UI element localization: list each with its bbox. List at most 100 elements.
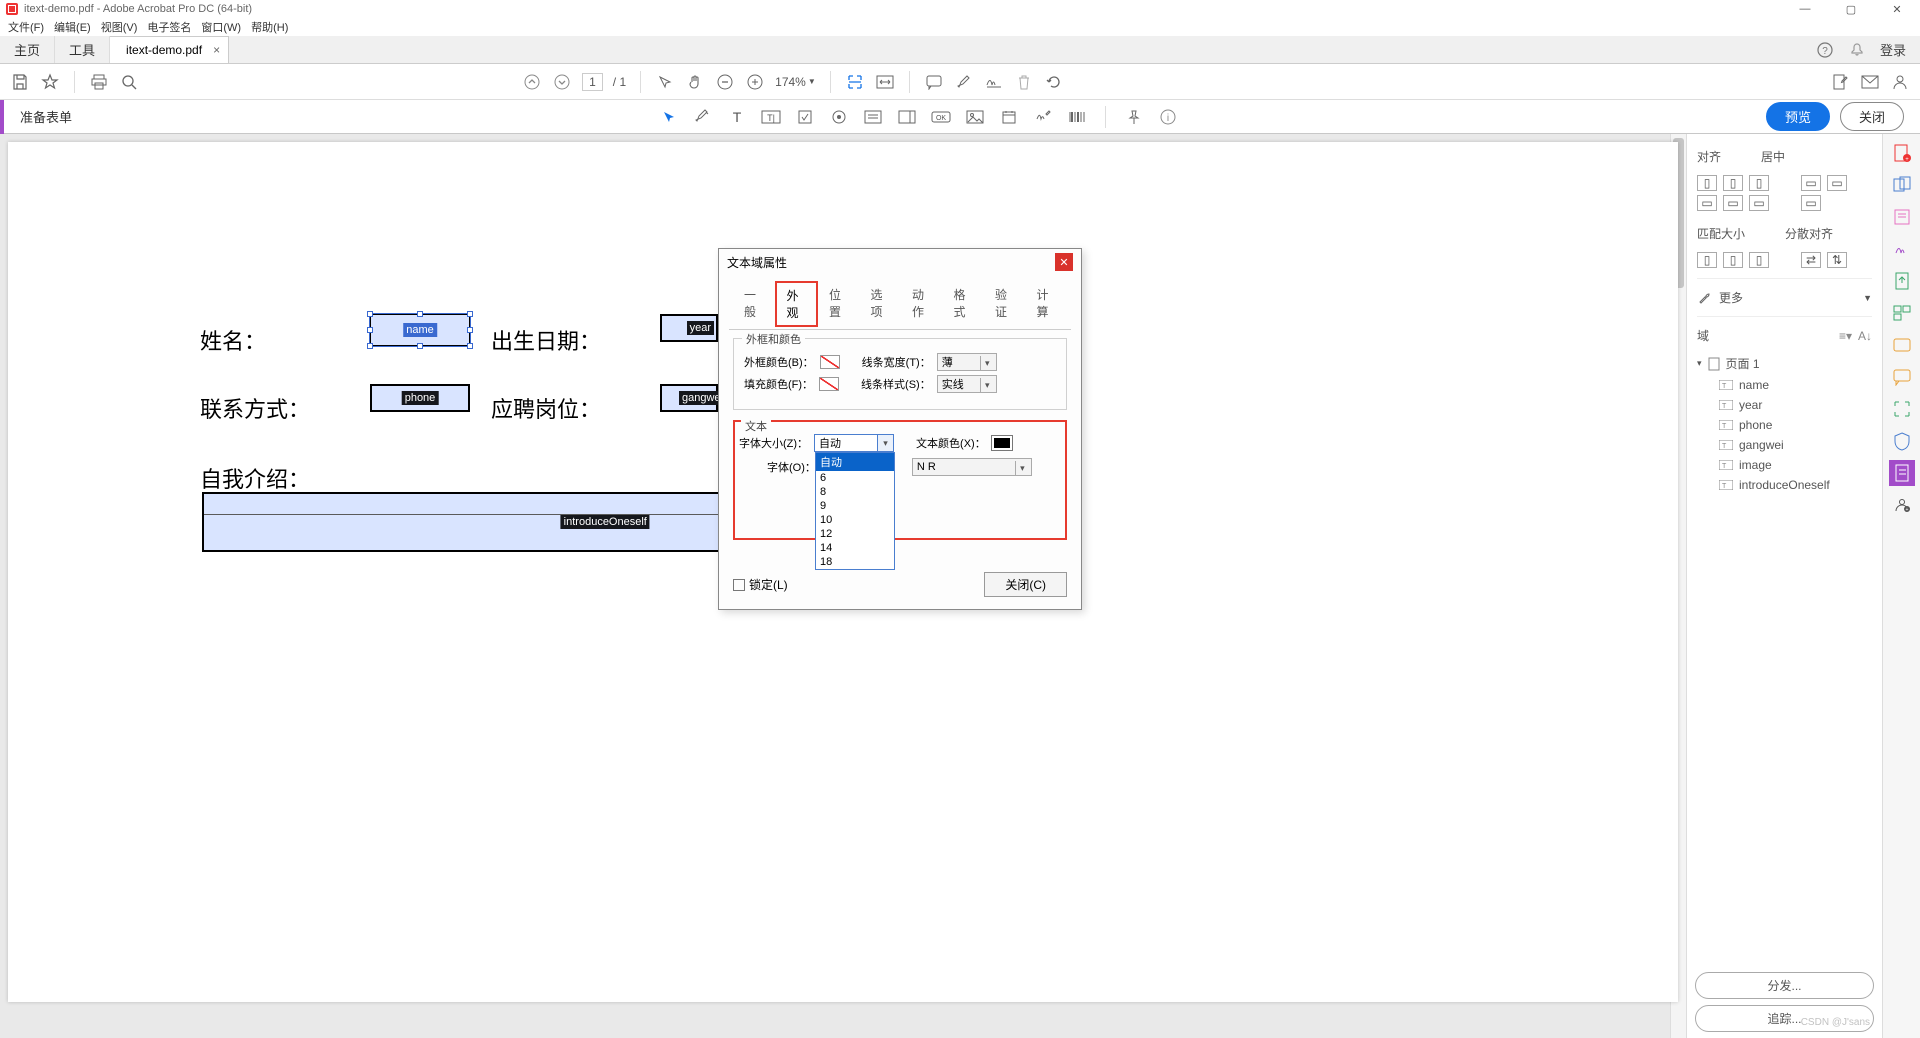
line-style-select[interactable]: 实线▾ — [937, 375, 997, 393]
close-panel-button[interactable]: 关闭 — [1840, 102, 1904, 131]
font-size-option[interactable]: 6 — [816, 471, 894, 485]
menu-file[interactable]: 文件(F) — [8, 19, 44, 35]
dialog-tab-calculate[interactable]: 计算 — [1026, 281, 1068, 327]
field-phone[interactable]: phone — [370, 384, 470, 412]
strip-scan-icon[interactable] — [1889, 396, 1915, 422]
dialog-tab-format[interactable]: 格式 — [943, 281, 985, 327]
tree-field-image[interactable]: Timage — [1697, 455, 1872, 475]
strip-more-icon[interactable]: + — [1889, 492, 1915, 518]
sign-icon[interactable] — [984, 72, 1004, 92]
zoom-level[interactable]: 174% ▼ — [775, 75, 816, 89]
border-color-swatch[interactable] — [820, 355, 840, 369]
dropdown-tool-icon[interactable] — [897, 107, 917, 127]
strip-share-icon[interactable] — [1889, 332, 1915, 358]
tree-field-name[interactable]: Tname — [1697, 375, 1872, 395]
close-window-button[interactable]: ✕ — [1874, 0, 1920, 18]
font-select[interactable]: N R▾ — [912, 458, 1032, 476]
field-year[interactable]: year — [660, 314, 718, 342]
font-size-option[interactable]: 10 — [816, 513, 894, 527]
dialog-tab-validate[interactable]: 验证 — [984, 281, 1026, 327]
match-both-icon[interactable]: ▯ — [1749, 252, 1769, 268]
page-number-input[interactable]: 1 — [582, 73, 603, 91]
select-cursor-icon[interactable] — [655, 72, 675, 92]
pin-icon[interactable] — [1124, 107, 1144, 127]
search-icon[interactable] — [119, 72, 139, 92]
text-area-tool-icon[interactable]: T| — [761, 107, 781, 127]
dialog-tab-appearance[interactable]: 外观 — [775, 281, 819, 327]
tree-field-gangwei[interactable]: Tgangwei — [1697, 435, 1872, 455]
font-size-option[interactable]: 14 — [816, 541, 894, 555]
az-sort-icon[interactable]: A↓ — [1858, 329, 1872, 343]
field-gangwei[interactable]: gangwei — [660, 384, 718, 412]
menu-window[interactable]: 窗口(W) — [201, 19, 241, 35]
star-icon[interactable] — [40, 72, 60, 92]
checkbox-tool-icon[interactable] — [795, 107, 815, 127]
strip-comment-icon[interactable] — [1889, 364, 1915, 390]
arrow-tool-icon[interactable] — [659, 107, 679, 127]
font-size-option[interactable]: 12 — [816, 527, 894, 541]
bell-icon[interactable] — [1848, 41, 1866, 59]
date-field-tool-icon[interactable] — [999, 107, 1019, 127]
distribute-button[interactable]: 分发... — [1695, 972, 1874, 999]
menu-esign[interactable]: 电子签名 — [147, 19, 191, 35]
field-name[interactable]: name — [370, 314, 470, 346]
fill-color-swatch[interactable] — [819, 377, 839, 391]
minimize-button[interactable]: — — [1782, 0, 1828, 18]
font-size-option[interactable]: 8 — [816, 485, 894, 499]
center-v-icon[interactable]: ▭ — [1827, 175, 1847, 191]
strip-export-icon[interactable] — [1889, 268, 1915, 294]
center-h-icon[interactable]: ▭ — [1801, 175, 1821, 191]
strip-sign-icon[interactable] — [1889, 236, 1915, 262]
font-size-combo[interactable]: 自动 ▾ 自动 6 8 9 10 12 14 18 — [814, 434, 894, 452]
save-icon[interactable] — [10, 72, 30, 92]
dialog-close-btn[interactable]: 关闭(C) — [984, 572, 1067, 597]
match-width-icon[interactable]: ▯ — [1697, 252, 1717, 268]
align-left-icon[interactable]: ▯ — [1697, 175, 1717, 191]
text-field-tool-icon[interactable]: T — [727, 107, 747, 127]
menu-help[interactable]: 帮助(H) — [251, 19, 288, 35]
align-hcenter-icon[interactable]: ▯ — [1723, 175, 1743, 191]
dialog-tab-general[interactable]: 一般 — [733, 281, 775, 327]
tree-page-node[interactable]: ▾ 页面 1 — [1697, 352, 1872, 375]
comment-icon[interactable] — [924, 72, 944, 92]
tab-document[interactable]: itext-demo.pdf × — [110, 36, 229, 63]
refresh-icon[interactable] — [1044, 72, 1064, 92]
highlight-icon[interactable] — [954, 72, 974, 92]
align-top-icon[interactable]: ▭ — [1697, 195, 1717, 211]
user-icon[interactable] — [1890, 72, 1910, 92]
align-bottom-icon[interactable]: ▭ — [1749, 195, 1769, 211]
distribute-h-icon[interactable]: ⇄ — [1801, 252, 1821, 268]
edit-tool-icon[interactable] — [693, 107, 713, 127]
center-both-icon[interactable]: ▭ — [1801, 195, 1821, 211]
login-link[interactable]: 登录 — [1880, 40, 1906, 59]
text-color-swatch[interactable] — [992, 436, 1012, 450]
info-icon[interactable]: i — [1158, 107, 1178, 127]
print-icon[interactable] — [89, 72, 109, 92]
close-tab-icon[interactable]: × — [213, 43, 220, 57]
zoom-in-icon[interactable] — [745, 72, 765, 92]
page-down-icon[interactable] — [552, 72, 572, 92]
match-height-icon[interactable]: ▯ — [1723, 252, 1743, 268]
mail-icon[interactable] — [1860, 72, 1880, 92]
help-icon[interactable]: ? — [1816, 41, 1834, 59]
zoom-out-icon[interactable] — [715, 72, 735, 92]
tree-field-year[interactable]: Tyear — [1697, 395, 1872, 415]
font-size-option[interactable]: 9 — [816, 499, 894, 513]
menu-edit[interactable]: 编辑(E) — [54, 19, 91, 35]
strip-organize-icon[interactable] — [1889, 300, 1915, 326]
tab-home[interactable]: 主页 — [0, 36, 55, 63]
rp-more[interactable]: 更多 ▼ — [1697, 278, 1872, 306]
edit-doc-icon[interactable] — [1830, 72, 1850, 92]
strip-edit-icon[interactable] — [1889, 204, 1915, 230]
chevron-down-icon[interactable]: ▾ — [877, 435, 893, 451]
tree-field-intro[interactable]: TintroduceOneself — [1697, 475, 1872, 495]
sort-icon[interactable]: ≡▾ — [1839, 329, 1852, 343]
barcode-tool-icon[interactable] — [1067, 107, 1087, 127]
radio-tool-icon[interactable] — [829, 107, 849, 127]
line-width-select[interactable]: 薄▾ — [937, 353, 997, 371]
delete-icon[interactable] — [1014, 72, 1034, 92]
preview-button[interactable]: 预览 — [1766, 102, 1830, 131]
scan-icon[interactable] — [845, 72, 865, 92]
align-vcenter-icon[interactable]: ▭ — [1723, 195, 1743, 211]
fit-width-icon[interactable] — [875, 72, 895, 92]
